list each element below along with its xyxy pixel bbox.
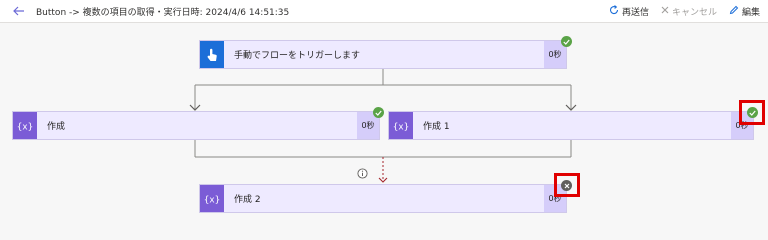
touch-trigger-icon <box>200 41 224 68</box>
svg-text:{x}: {x} <box>204 195 220 205</box>
trigger-label: 手動でフローをトリガーします <box>234 51 361 61</box>
compose-label: 作成 <box>47 122 66 132</box>
edit-label: 編集 <box>741 7 760 18</box>
refresh-icon <box>609 4 619 18</box>
success-check-icon <box>747 107 758 118</box>
run-title: Button -> 複数の項目の取得・実行日時: 2024/4/6 14:51:… <box>36 7 290 18</box>
compose-1-label: 作成 1 <box>423 122 450 132</box>
compose-icon: {x} <box>389 112 413 139</box>
success-check-icon <box>561 36 572 47</box>
pencil-icon <box>729 5 739 18</box>
run-header: Button -> 複数の項目の取得・実行日時: 2024/4/6 14:51:… <box>0 0 768 23</box>
compose-icon: {x} <box>200 185 224 212</box>
compose-icon: {x} <box>13 112 37 139</box>
back-arrow-icon[interactable] <box>12 4 26 18</box>
svg-text:{x}: {x} <box>17 122 33 132</box>
compose-action-card[interactable]: {x} 作成 0秒 <box>12 111 380 140</box>
trigger-action-card[interactable]: 手動でフローをトリガーします 0秒 <box>199 40 567 69</box>
failed-x-icon <box>561 180 572 191</box>
resubmit-button[interactable]: 再送信 <box>609 4 649 18</box>
info-icon[interactable] <box>357 164 368 183</box>
success-check-icon <box>373 107 384 118</box>
resubmit-label: 再送信 <box>621 7 649 18</box>
compose-2-action-card[interactable]: {x} 作成 2 0秒 <box>199 184 567 213</box>
edit-button[interactable]: 編集 <box>729 5 760 18</box>
cancel-button[interactable]: キャンセル <box>661 5 717 18</box>
header-actions: 再送信 キャンセル 編集 <box>609 0 760 22</box>
cancel-label: キャンセル <box>671 7 717 18</box>
compose-1-action-card[interactable]: {x} 作成 1 0秒 <box>388 111 754 140</box>
close-icon <box>661 6 669 17</box>
flow-canvas: 手動でフローをトリガーします 0秒 {x} 作成 0秒 {x} 作成 1 0秒 … <box>0 23 768 220</box>
compose-2-label: 作成 2 <box>234 195 261 205</box>
svg-text:{x}: {x} <box>393 122 409 132</box>
